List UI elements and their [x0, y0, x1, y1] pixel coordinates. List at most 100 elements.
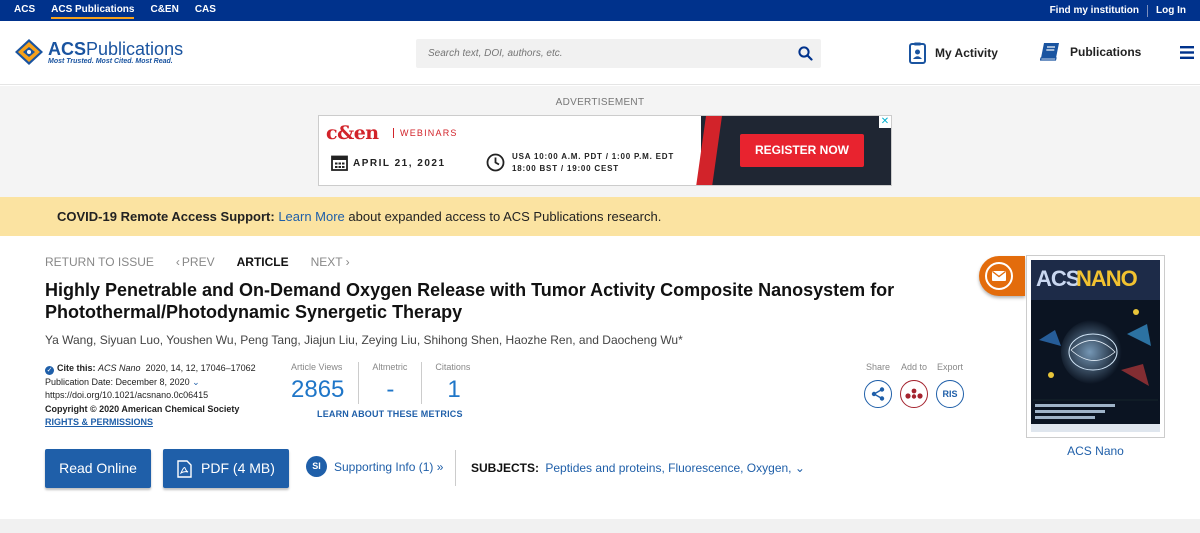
- article-title: Highly Penetrable and On-Demand Oxygen R…: [45, 280, 895, 322]
- article-authors[interactable]: Ya Wang, Siyuan Luo, Youshen Wu, Peng Ta…: [45, 333, 683, 347]
- mendeley-icon: [905, 388, 923, 399]
- subjects-links[interactable]: Peptides and proteins, Fluorescence, Oxy…: [545, 461, 791, 475]
- read-online-button[interactable]: Read Online: [45, 449, 151, 488]
- logo-tagline: Most Trusted. Most Cited. Most Read.: [48, 57, 173, 65]
- rights-permissions-link[interactable]: RIGHTS & PERMISSIONS: [45, 417, 153, 427]
- supporting-info-link[interactable]: SI Supporting Info (1) »: [306, 456, 443, 477]
- top-bar: ACS ACS Publications C&EN CAS Find my in…: [0, 0, 1200, 21]
- page-section-divider: [0, 519, 1200, 533]
- covid-banner: COVID-19 Remote Access Support: Learn Mo…: [0, 197, 1200, 236]
- topbar-link-acs[interactable]: ACS: [6, 0, 43, 21]
- cite-journal: ACS Nano: [98, 363, 141, 373]
- cover-artwork-icon: ACS NANO: [1031, 260, 1160, 432]
- article-views-metric: Article Views 2865: [291, 362, 360, 404]
- webinar-time-europe: 18:00 BST / 19:00 CEST: [512, 164, 619, 173]
- site-header: ACSPublications Most Trusted. Most Cited…: [0, 21, 1200, 85]
- divider: [455, 450, 456, 486]
- citation-info: ✓ Cite this: ACS Nano 2020, 14, 12, 17046…: [45, 362, 256, 430]
- logo-title-publications: Publications: [86, 38, 184, 59]
- clock-icon: [486, 153, 505, 172]
- article-tools: Share Add to Export RIS: [860, 362, 968, 408]
- publications-label: Publications: [1070, 44, 1142, 59]
- covid-banner-title: COVID-19 Remote Access Support:: [57, 209, 275, 224]
- altmetric-value: -: [386, 376, 395, 403]
- current-article-label: ARTICLE: [236, 255, 289, 269]
- share-tool: Share: [860, 362, 896, 408]
- search-input[interactable]: [416, 39, 776, 68]
- cite-reference: 2020, 14, 12, 17046–17062: [145, 363, 256, 373]
- envelope-icon: [985, 262, 1013, 290]
- article-views-value: 2865: [291, 376, 345, 403]
- acs-publications-logo[interactable]: ACSPublications Most Trusted. Most Cited…: [14, 38, 183, 66]
- check-circle-icon: ✓: [45, 366, 54, 375]
- chevron-right-icon: ›: [345, 255, 350, 269]
- si-badge-icon: SI: [306, 456, 327, 477]
- chevron-down-icon[interactable]: ⌄: [795, 461, 805, 475]
- next-label: NEXT: [310, 255, 343, 269]
- add-to-label: Add to: [900, 362, 928, 372]
- journal-cover[interactable]: ACS NANO: [1026, 255, 1165, 438]
- altmetric-metric[interactable]: Altmetric -: [372, 362, 423, 404]
- share-icon: [871, 387, 885, 401]
- svg-text:NANO: NANO: [1076, 266, 1138, 291]
- export-label: Export: [936, 362, 963, 372]
- topbar-link-acs-publications[interactable]: ACS Publications: [43, 0, 142, 21]
- supporting-info-label: Supporting Info (1) »: [334, 459, 444, 474]
- ad-close-icon[interactable]: ✕: [879, 116, 891, 128]
- advertisement-banner[interactable]: c&en WEBINARS APRIL 21, 2021 USA 10:00 A…: [318, 115, 892, 186]
- export-tool: Export RIS: [932, 362, 968, 408]
- pdf-file-icon: [177, 459, 192, 478]
- book-icon: [1040, 43, 1059, 61]
- chevron-down-icon[interactable]: ⌄: [192, 377, 200, 387]
- altmetric-label: Altmetric: [372, 362, 408, 372]
- citations-metric[interactable]: Citations 1: [435, 362, 484, 404]
- next-article-link[interactable]: NEXT ›: [311, 255, 350, 269]
- share-button[interactable]: [864, 380, 892, 408]
- hamburger-menu-icon[interactable]: [1180, 46, 1194, 59]
- search-icon[interactable]: [798, 46, 813, 61]
- search-bar: [416, 39, 821, 68]
- webinar-date: APRIL 21, 2021: [353, 158, 446, 169]
- doi-link[interactable]: https://doi.org/10.1021/acsnano.0c06415: [45, 389, 256, 403]
- find-institution-link[interactable]: Find my institution: [1042, 5, 1147, 16]
- article-metrics: Article Views 2865 Altmetric - Citations…: [291, 362, 497, 404]
- login-link[interactable]: Log In: [1148, 5, 1194, 16]
- subjects-list: SUBJECTS: Peptides and proteins, Fluores…: [471, 461, 805, 475]
- advertisement-zone: ADVERTISEMENT c&en WEBINARS APRIL 21, 20…: [0, 86, 1200, 197]
- covid-banner-text: about expanded access to ACS Publication…: [348, 209, 662, 224]
- learn-about-metrics-link[interactable]: LEARN ABOUT THESE METRICS: [317, 409, 463, 419]
- clipboard-user-icon: [909, 42, 926, 64]
- publications-link[interactable]: Publications: [1040, 42, 1141, 61]
- subjects-label: SUBJECTS:: [471, 461, 540, 475]
- add-to-button[interactable]: [900, 380, 928, 408]
- chevron-left-icon: ‹: [175, 255, 180, 269]
- email-alert-tab[interactable]: [979, 256, 1025, 296]
- add-to-tool: Add to: [896, 362, 932, 408]
- export-ris-button[interactable]: RIS: [936, 380, 964, 408]
- pdf-button-label: PDF (4 MB): [201, 460, 275, 476]
- journal-name-link[interactable]: ACS Nano: [1026, 444, 1165, 458]
- learn-more-link[interactable]: Learn More: [278, 209, 344, 224]
- topbar-link-cas[interactable]: CAS: [187, 0, 224, 21]
- my-activity-label: My Activity: [935, 46, 998, 60]
- acs-logo-icon: [15, 39, 43, 65]
- citations-value: 1: [447, 376, 461, 403]
- cen-logo: c&en: [326, 122, 379, 144]
- journal-cover-image: ACS NANO: [1031, 260, 1160, 432]
- pdf-download-button[interactable]: PDF (4 MB): [163, 449, 289, 488]
- webinar-time-usa: USA 10:00 A.M. PDT / 1:00 P.M. EDT: [512, 152, 675, 161]
- prev-article-link[interactable]: ‹ PREV: [176, 255, 215, 269]
- calendar-icon: [331, 155, 348, 171]
- topbar-link-cen[interactable]: C&EN: [142, 0, 186, 21]
- logo-title-acs: ACS: [48, 38, 87, 59]
- copyright-text: Copyright © 2020 American Chemical Socie…: [45, 403, 240, 414]
- svg-text:ACS: ACS: [1036, 266, 1080, 291]
- return-to-issue-link[interactable]: RETURN TO ISSUE: [45, 255, 154, 269]
- register-now-button[interactable]: REGISTER NOW: [740, 134, 864, 167]
- share-label: Share: [865, 362, 891, 372]
- cite-this-label[interactable]: Cite this:: [57, 363, 96, 373]
- article-navigation: RETURN TO ISSUE ‹ PREV ARTICLE NEXT ›: [45, 255, 372, 269]
- prev-label: PREV: [181, 255, 215, 269]
- my-activity-link[interactable]: My Activity: [909, 42, 998, 64]
- article-views-label: Article Views: [291, 362, 343, 372]
